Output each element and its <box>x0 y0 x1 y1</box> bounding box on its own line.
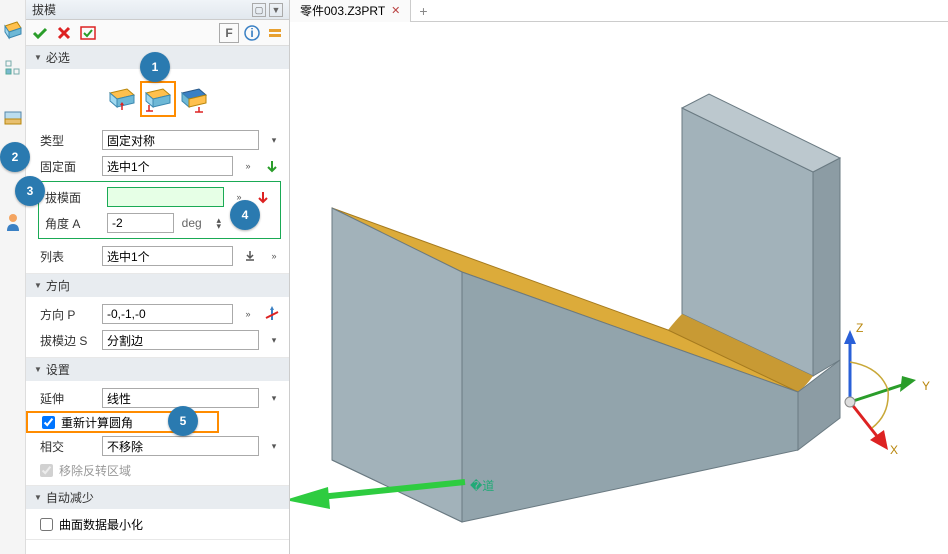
tab-part[interactable]: 零件003.Z3PRT ✕ <box>290 0 411 22</box>
svg-text:X: X <box>890 443 898 457</box>
new-tab-button[interactable]: + <box>411 3 435 19</box>
list-field: 列表 选中1个 » <box>26 243 289 269</box>
panel-title-text: 拔模 <box>32 1 56 18</box>
panel-close-icon[interactable]: ▼ <box>269 3 283 17</box>
edge-field: 拔模边 S 分割边 ▾ <box>26 327 289 353</box>
dropdown-icon[interactable]: ▾ <box>267 336 281 345</box>
draft-type-2-selected[interactable] <box>140 81 176 117</box>
dropdown-icon[interactable]: ▾ <box>267 394 281 403</box>
type-select[interactable]: 固定对称 <box>102 130 259 150</box>
callout-2: 2 <box>0 142 30 172</box>
svg-text:�道: �道 <box>470 479 494 493</box>
type-field: 类型 固定对称 ▾ <box>26 127 289 153</box>
section-direction[interactable]: 方向 <box>26 274 289 297</box>
info-button[interactable]: i <box>242 23 262 43</box>
remove-flip-checkbox <box>40 464 53 477</box>
extend-field: 延伸 线性 ▾ <box>26 385 289 411</box>
extend-select[interactable]: 线性 <box>102 388 259 408</box>
section-settings[interactable]: 设置 <box>26 358 289 381</box>
minimize-checkbox[interactable] <box>40 518 53 531</box>
remove-flip-row: 移除反转区域 <box>26 459 289 481</box>
dropdown-icon[interactable]: ▾ <box>267 136 281 145</box>
draft-type-3[interactable] <box>176 81 212 117</box>
apply-button[interactable] <box>78 23 98 43</box>
ok-button[interactable] <box>30 23 50 43</box>
draft-type-1[interactable] <box>104 81 140 117</box>
intersect-select[interactable]: 不移除 <box>102 436 259 456</box>
axis-icon[interactable] <box>263 305 281 323</box>
view-icon[interactable] <box>3 108 23 128</box>
spinner-icon[interactable]: ▴▾ <box>212 217 226 229</box>
dir-input[interactable]: -0,-1,-0 <box>102 304 233 324</box>
tabbar: 零件003.Z3PRT ✕ + <box>290 0 948 22</box>
recalc-checkbox[interactable] <box>42 416 55 429</box>
panel-body: 拔模 ▢ ▼ F i 必选 <box>26 0 289 554</box>
callout-3: 3 <box>15 176 45 206</box>
fixface-input[interactable]: 选中1个 <box>102 156 233 176</box>
pick-icon[interactable] <box>263 157 281 175</box>
draftface-input[interactable] <box>107 187 224 207</box>
panel-pin-icon[interactable]: ▢ <box>252 3 266 17</box>
angle-input[interactable]: -2 <box>107 213 174 233</box>
pick-red-icon[interactable] <box>254 188 272 206</box>
properties-panel: 拔模 ▢ ▼ F i 必选 <box>0 0 290 554</box>
intersect-field: 相交 不移除 ▾ <box>26 433 289 459</box>
left-icon-strip <box>0 0 26 554</box>
svg-text:Y: Y <box>922 379 930 393</box>
section-auto[interactable]: 自动减少 <box>26 486 289 509</box>
close-icon[interactable]: ✕ <box>391 4 400 17</box>
dir-field: 方向 P -0,-1,-0 » <box>26 301 289 327</box>
chevrons-icon[interactable]: » <box>241 162 255 171</box>
person-icon[interactable] <box>3 212 23 232</box>
viewport: 零件003.Z3PRT ✕ + ▾ ▾ ▾ ▾ ▾ ▾ <box>290 0 948 554</box>
f-button[interactable]: F <box>219 23 239 43</box>
svg-text:i: i <box>250 26 253 40</box>
fixface-field: 固定面 选中1个 » <box>26 153 289 179</box>
canvas-3d[interactable]: �道 X Y Z <box>290 22 948 554</box>
panel-toolbar: F i <box>26 20 289 46</box>
callout-5: 5 <box>168 406 198 436</box>
cancel-button[interactable] <box>54 23 74 43</box>
callout-4: 4 <box>230 200 260 230</box>
callout-1: 1 <box>140 52 170 82</box>
expand-button[interactable] <box>265 23 285 43</box>
chevrons-icon[interactable]: » <box>241 310 255 319</box>
minimize-row[interactable]: 曲面数据最小化 <box>26 513 289 535</box>
chevrons-icon[interactable]: » <box>267 252 281 261</box>
list-input[interactable]: 选中1个 <box>102 246 233 266</box>
svg-text:Z: Z <box>856 321 863 335</box>
edge-select[interactable]: 分割边 <box>102 330 259 350</box>
draft-feature-icon[interactable] <box>3 20 23 40</box>
tree-icon[interactable] <box>3 58 23 78</box>
download-icon[interactable] <box>241 247 259 265</box>
dropdown-icon[interactable]: ▾ <box>267 442 281 451</box>
panel-titlebar: 拔模 ▢ ▼ <box>26 0 289 20</box>
